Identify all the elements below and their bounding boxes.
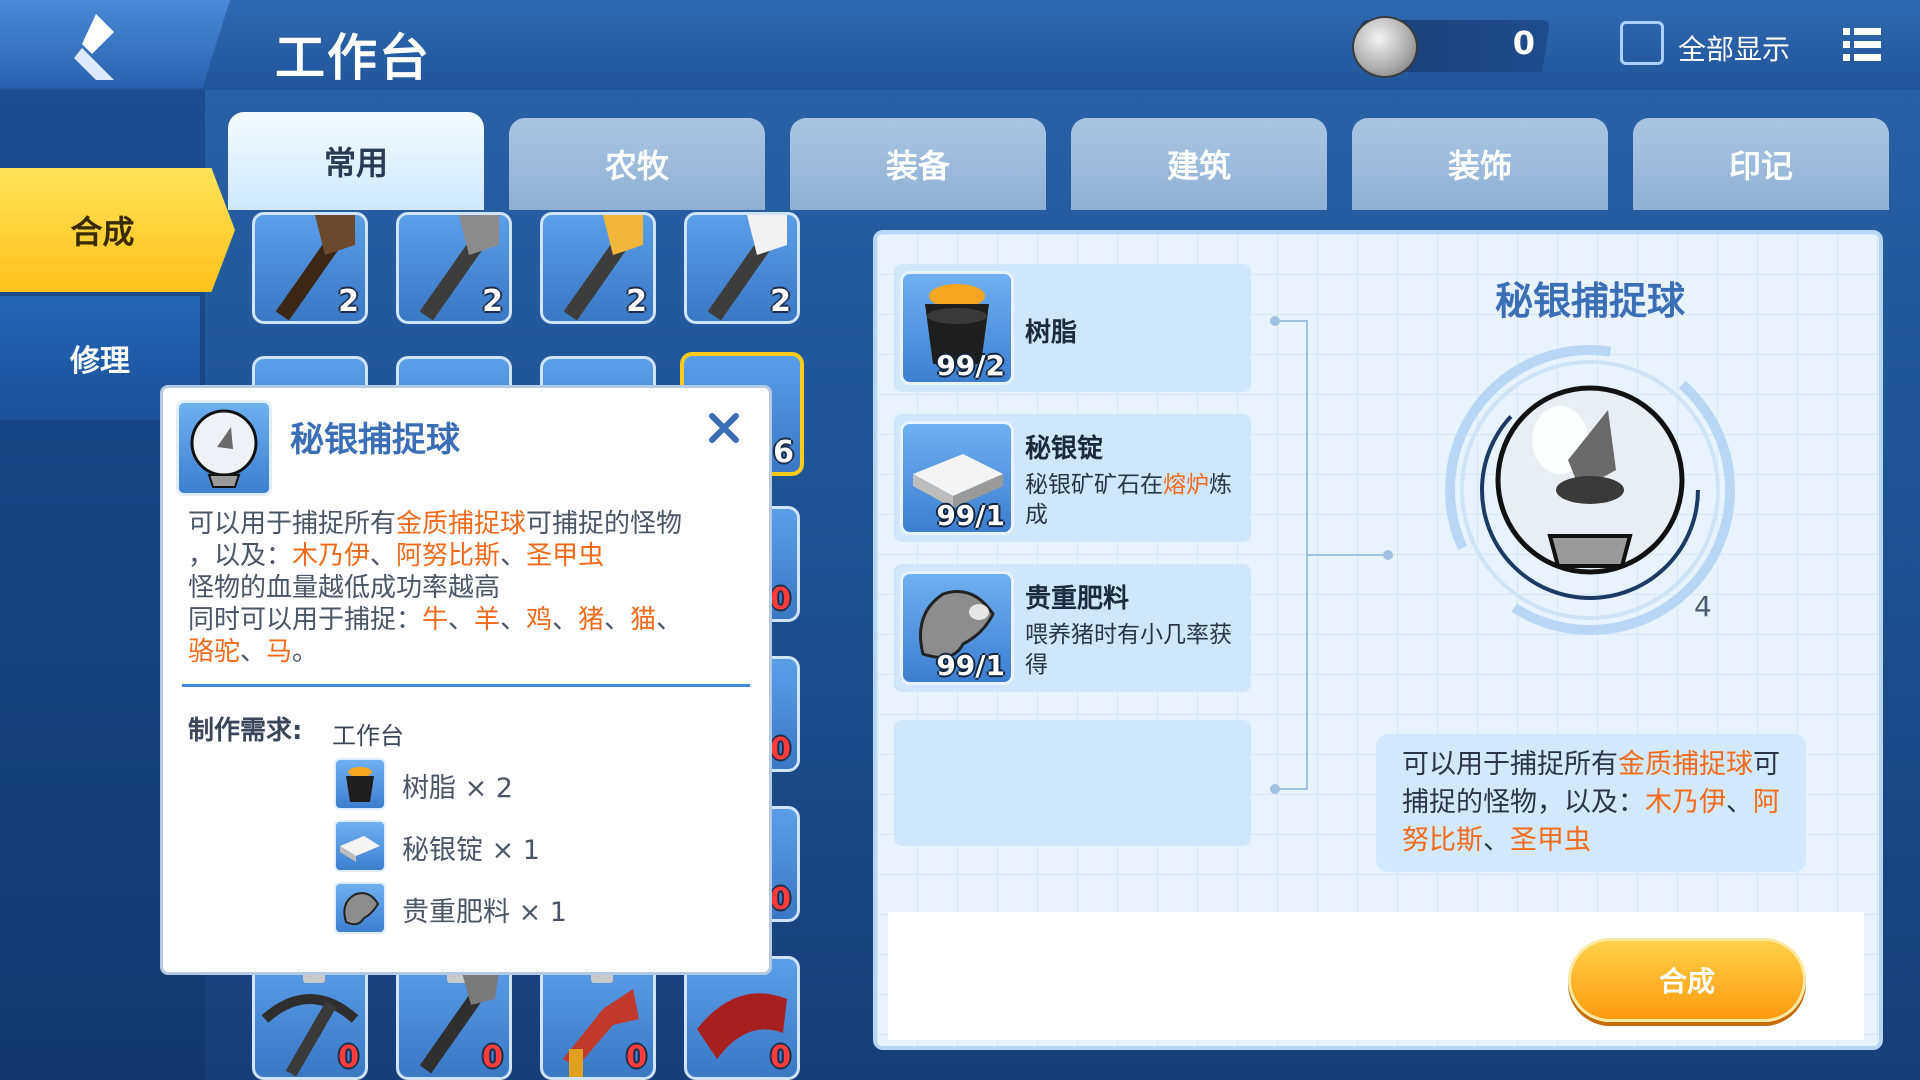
material-count: 99/1 bbox=[936, 649, 1005, 682]
result-title: 秘银捕捉球 bbox=[1494, 279, 1685, 323]
tooltip-item-icon bbox=[176, 400, 272, 496]
slot-count: 2 bbox=[770, 284, 791, 319]
requirement-text: 贵重肥料 × 1 bbox=[402, 897, 567, 928]
result-info-text: 可以用于捕捉所有金质捕捉球可捕捉的怪物，以及：木乃伊、阿努比斯、圣甲虫 bbox=[1402, 749, 1780, 856]
slot-count: 0 bbox=[770, 882, 791, 917]
slot-count: 2 bbox=[626, 284, 647, 319]
slot-count: 0 bbox=[482, 1040, 503, 1075]
tooltip-description: 可以用于捕捉所有金质捕捉球可捕捉的怪物 ，以及：木乃伊、阿努比斯、圣甲虫 怪物的… bbox=[188, 509, 683, 667]
slot-count: 0 bbox=[770, 732, 791, 767]
resin-small-icon bbox=[334, 758, 386, 810]
coin-value: 0 bbox=[1512, 24, 1535, 62]
material-name: 贵重肥料 bbox=[1025, 584, 1130, 614]
slot-count: 0 bbox=[626, 1040, 647, 1075]
show-all-label[interactable]: 全部显示 bbox=[1678, 28, 1790, 68]
material-name: 树脂 bbox=[1025, 318, 1078, 348]
item-slot-silver-axe[interactable]: 2 bbox=[684, 212, 800, 324]
side-tab-label: 合成 bbox=[70, 213, 135, 251]
connector-line bbox=[1276, 320, 1308, 322]
material-icon-slot: 99/2 bbox=[900, 271, 1014, 385]
requirement-row: 树脂 × 2 bbox=[334, 758, 634, 810]
page-title: 工作台 bbox=[275, 29, 431, 87]
connector-dot bbox=[1383, 550, 1393, 560]
close-icon[interactable] bbox=[706, 410, 742, 446]
tab-farming[interactable]: 农牧 bbox=[509, 118, 765, 210]
slot-count: 0 bbox=[770, 1040, 791, 1075]
tooltip-divider bbox=[182, 684, 750, 687]
tooltip-title: 秘银捕捉球 bbox=[290, 420, 460, 460]
slot-count: 2 bbox=[482, 284, 503, 319]
side-tab-label: 修理 bbox=[70, 344, 130, 379]
ingot-small-icon bbox=[334, 820, 386, 872]
tab-common[interactable]: 常用 bbox=[228, 112, 484, 210]
tab-decoration[interactable]: 装饰 bbox=[1352, 118, 1608, 210]
slot-count: 0 bbox=[338, 1040, 359, 1075]
requirement-row: 贵重肥料 × 1 bbox=[334, 882, 634, 934]
mithril-ball-small-icon bbox=[190, 409, 258, 488]
menu-list-icon[interactable] bbox=[1843, 28, 1881, 62]
item-slot-stone-axe[interactable]: 2 bbox=[396, 212, 512, 324]
requirement-text: 秘银锭 × 1 bbox=[402, 835, 540, 866]
side-tab-synthesis[interactable]: 合成 bbox=[0, 168, 235, 292]
item-slot-wood-axe[interactable]: 2 bbox=[252, 212, 368, 324]
slot-count: 2 bbox=[338, 284, 359, 319]
material-description: 秘银矿矿石在熔炉炼成 bbox=[1025, 472, 1232, 528]
requirement-row: 秘银锭 × 1 bbox=[334, 820, 634, 872]
requirements-label: 制作需求: bbox=[188, 716, 303, 746]
requirement-text: 树脂 × 2 bbox=[402, 773, 513, 804]
material-description: 喂养猪时有小几率获得 bbox=[1025, 622, 1232, 678]
result-quantity: 4 bbox=[1694, 590, 1712, 623]
coin-icon bbox=[1352, 16, 1418, 78]
material-count: 99/2 bbox=[936, 349, 1005, 382]
back-arrow-icon[interactable] bbox=[62, 10, 132, 80]
fertilizer-small-icon bbox=[334, 882, 386, 934]
tab-building[interactable]: 建筑 bbox=[1071, 118, 1327, 210]
show-all-checkbox[interactable] bbox=[1620, 21, 1664, 65]
connector-line bbox=[1276, 788, 1308, 790]
craft-button[interactable]: 合成 bbox=[1568, 938, 1806, 1022]
material-count: 99/1 bbox=[936, 499, 1005, 532]
connector-line bbox=[1306, 554, 1386, 556]
material-icon-slot: 99/1 bbox=[900, 421, 1014, 535]
item-slot-gold-axe[interactable]: 2 bbox=[540, 212, 656, 324]
tab-equipment[interactable]: 装备 bbox=[790, 118, 1046, 210]
requirements-station: 工作台 bbox=[332, 722, 404, 750]
material-name: 秘银锭 bbox=[1025, 434, 1104, 464]
slot-count: 6 bbox=[773, 435, 794, 470]
slot-count: 0 bbox=[770, 582, 791, 617]
material-icon-slot: 99/1 bbox=[900, 571, 1014, 685]
tab-imprint[interactable]: 印记 bbox=[1633, 118, 1889, 210]
material-card-empty bbox=[894, 720, 1251, 846]
